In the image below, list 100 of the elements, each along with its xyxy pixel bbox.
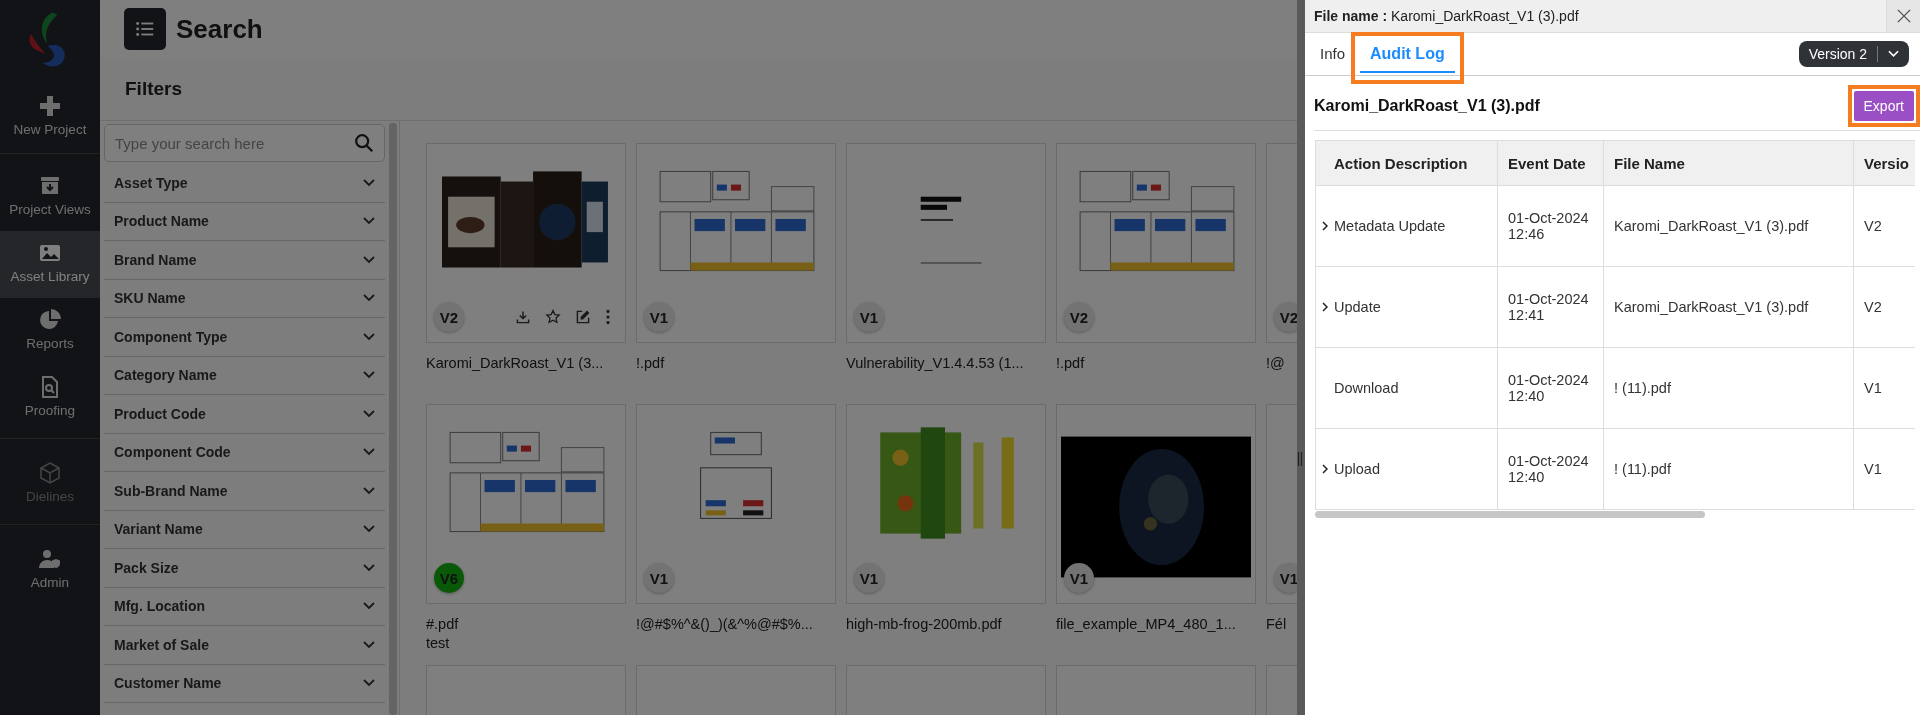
table-cell: V1 [1864,380,1882,396]
chevron-down-icon [363,294,375,303]
filters-title: Filters [125,78,183,100]
filter-dropdown[interactable]: Component Type [104,318,385,357]
asset-card[interactable]: V1 [636,143,836,343]
filter-dropdown[interactable]: SKU Name [104,279,385,318]
asset-card[interactable]: V2 [426,143,626,343]
plus-icon [38,94,62,118]
tab[interactable]: Info [1318,37,1348,71]
file-name: Karomi_DarkRoast_V1 (3... [426,355,605,371]
version-badge: V1 [854,563,884,593]
file-name: !@ [1266,355,1286,371]
chevron-down-icon [363,563,375,572]
tab[interactable]: Audit Log [1360,36,1455,73]
filter-dropdown[interactable]: Mfg. Location [104,587,385,626]
table-cell: Karomi_DarkRoast_V1 (3).pdf [1614,218,1809,234]
column-header: Versio [1853,140,1915,186]
table-cell: 01-Oct-2024 12:41 [1508,291,1589,323]
file-name: high-mb-frog-200mb.pdf [846,616,1003,632]
asset-card[interactable]: V1 [846,404,1046,604]
nav-item[interactable]: Admin [0,525,100,604]
menu-button[interactable] [124,8,166,50]
table-cell: V1 [1864,461,1882,477]
more-icon[interactable] [605,309,611,325]
file-name: file_example_MP4_480_1... [1056,616,1237,632]
chevron-down-icon [363,525,375,534]
scrollbar[interactable] [389,123,397,715]
file-name: !@#$%^&()_)(&^%@#$%... [636,616,814,632]
file-note: test [426,635,451,651]
chevron-down-icon [363,409,375,418]
table-cell: Karomi_DarkRoast_V1 (3).pdf [1614,299,1809,315]
filter-dropdown[interactable]: Market of Sale [104,626,385,665]
table-cell: V2 [1864,299,1882,315]
column-header: File Name [1603,140,1854,186]
file-name: #.pdf [426,616,460,632]
column-header: Action Description [1315,140,1498,186]
asset-card[interactable]: V1 [636,404,836,604]
filter-dropdown[interactable]: Category Name [104,356,385,395]
version-dropdown[interactable]: Version 2 [1798,41,1909,67]
file-name: Fél [1266,616,1288,632]
table-cell: Update [1334,299,1381,315]
document-title: Karomi_DarkRoast_V1 (3).pdf [1314,97,1540,115]
filter-dropdown[interactable]: Product Code [104,395,385,434]
pie-chart-icon [38,308,62,332]
table-cell: Metadata Update [1334,218,1446,234]
chevron-down-icon [363,217,375,226]
chevron-down-icon [363,640,375,649]
nav-item[interactable]: Project Views [0,154,100,231]
table-cell: Download [1334,380,1399,396]
filter-dropdown[interactable]: Component Code [104,433,385,472]
version-badge: V2 [434,302,464,332]
search-field[interactable]: Type your search here [104,124,385,162]
nav-item[interactable]: Asset Library [0,231,100,298]
file-name-label: File name : Karomi_DarkRoast_V1 (3).pdf [1314,8,1580,24]
column-header: Event Date [1497,140,1604,186]
filter-dropdown[interactable]: Customer Name [104,664,385,703]
edit-icon[interactable] [575,309,591,325]
resize-handle-icon[interactable] [1297,452,1303,466]
search-icon [353,132,375,154]
chevron-down-icon [363,679,375,688]
backdrop-overlay[interactable] [0,0,1297,715]
close-button[interactable] [1886,0,1920,32]
filter-dropdown[interactable]: Brand Name [104,241,385,280]
export-button[interactable]: Export [1853,91,1914,121]
version-badge: V6 [434,563,464,593]
version-badge: V1 [854,302,884,332]
asset-card[interactable]: V2 [1056,143,1256,343]
page-title: Search [176,13,263,45]
asset-card[interactable]: V1 [846,143,1046,343]
chevron-down-icon [363,255,375,264]
asset-card[interactable]: V6 [426,404,626,604]
file-name: !.pdf [1056,355,1086,371]
cube-icon [38,461,62,485]
chevron-down-icon [363,486,375,495]
filter-dropdown[interactable]: Variant Name [104,510,385,549]
table-cell: ! (11).pdf [1614,380,1671,396]
file-name: Vulnerability_V1.4.4.53 (1... [846,355,1025,371]
table-cell: 01-Oct-2024 12:46 [1508,210,1589,242]
chevron-right-icon[interactable] [1322,221,1328,231]
filter-dropdown[interactable]: Pack Size [104,549,385,588]
filter-dropdown[interactable]: Sub-Brand Name [104,472,385,511]
user-shield-icon [38,547,62,571]
chevron-right-icon[interactable] [1322,464,1328,474]
chevron-down-icon [363,178,375,187]
scrollbar[interactable] [1315,511,1705,518]
download-icon[interactable] [515,309,531,325]
table-cell: ! (11).pdf [1614,461,1671,477]
filter-dropdown[interactable]: Asset Type [104,164,385,203]
chevron-down-icon [363,602,375,611]
chevron-right-icon[interactable] [1322,302,1328,312]
star-icon[interactable] [545,309,561,325]
asset-card[interactable]: V1 [1056,404,1256,604]
chevron-down-icon [1888,50,1899,58]
version-badge: V1 [644,302,674,332]
table-cell: 01-Oct-2024 12:40 [1508,372,1589,404]
version-badge: V2 [1064,302,1094,332]
chevron-down-icon [363,448,375,457]
table-cell: 01-Oct-2024 12:40 [1508,453,1589,485]
nav-item[interactable]: Reports [0,298,100,365]
filter-dropdown[interactable]: Product Name [104,202,385,241]
